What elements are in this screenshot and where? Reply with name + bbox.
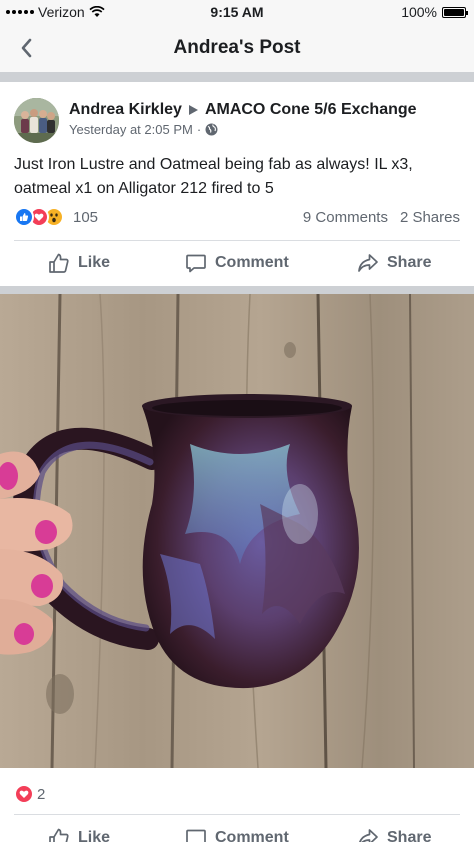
photo-reaction-icons[interactable] (14, 784, 34, 804)
share-icon (358, 254, 378, 272)
status-right: 100% (401, 4, 468, 20)
like-button[interactable]: Like (48, 252, 110, 274)
photo-like-button[interactable]: Like (48, 827, 110, 842)
section-divider (0, 72, 474, 82)
post-header: Andrea Kirkley AMACO Cone 5/6 Exchange Y… (0, 82, 474, 143)
post-timestamp[interactable]: Yesterday at 2:05 PM (69, 122, 193, 137)
comment-label: Comment (215, 254, 289, 271)
author-name[interactable]: Andrea Kirkley (69, 101, 182, 119)
actions-row: Like Comment Share (0, 241, 474, 285)
nav-bar: Andrea's Post (0, 24, 474, 72)
like-icon (49, 828, 69, 842)
globe-icon (205, 123, 218, 136)
like-label: Like (78, 254, 111, 271)
share-label: Share (387, 254, 432, 271)
like-label: Like (78, 829, 111, 842)
comment-icon (186, 254, 206, 273)
avatar[interactable] (14, 98, 59, 143)
share-icon (359, 829, 378, 842)
reactions-row: 105 9 Comments 2 Shares (0, 206, 474, 230)
comments-count[interactable]: 9 Comments (303, 209, 388, 226)
comment-label: Comment (215, 829, 289, 842)
status-bar: Verizon 9:15 AM 100% (0, 0, 474, 24)
author-line: Andrea Kirkley AMACO Cone 5/6 Exchange (69, 101, 417, 119)
triangle-right-icon (188, 105, 198, 115)
meta-separator: · (196, 122, 202, 137)
battery-icon (442, 6, 468, 18)
reaction-icons[interactable] (14, 207, 64, 227)
reaction-count[interactable]: 105 (73, 209, 98, 226)
post-meta: Yesterday at 2:05 PM · (69, 122, 218, 137)
comment-button[interactable]: Comment (185, 252, 289, 274)
photo-comment-button[interactable]: Comment (185, 827, 289, 842)
post-text: Just Iron Lustre and Oatmeal being fab a… (14, 156, 413, 197)
like-reaction-icon (14, 207, 34, 227)
photo-reaction-count[interactable]: 2 (37, 786, 45, 803)
section-divider (0, 286, 474, 294)
group-name[interactable]: AMACO Cone 5/6 Exchange (205, 101, 417, 119)
comment-icon (186, 829, 206, 842)
shares-count[interactable]: 2 Shares (400, 209, 460, 226)
photo-share-button[interactable]: Share (357, 827, 431, 842)
photo-actions-row: Like Comment Share (0, 815, 474, 842)
battery-percent: 100% (401, 4, 437, 20)
post-photo[interactable] (0, 294, 474, 768)
comments-shares: 9 Comments 2 Shares (303, 209, 460, 226)
love-reaction-icon (14, 784, 34, 804)
like-icon (49, 253, 69, 273)
photo-reactions-row: 2 (0, 782, 474, 806)
share-label: Share (387, 829, 432, 842)
share-button[interactable]: Share (357, 252, 431, 274)
page-title: Andrea's Post (173, 37, 301, 58)
